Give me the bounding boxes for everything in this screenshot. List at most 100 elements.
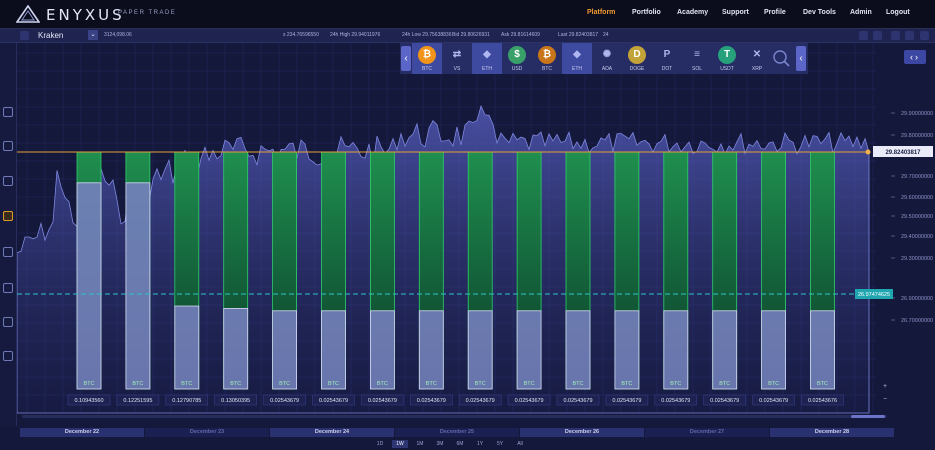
range-1y[interactable]: 1Y xyxy=(472,440,488,448)
coin-ada[interactable]: ✺ ADA xyxy=(592,43,622,74)
nav-admin[interactable]: Admin xyxy=(850,9,872,16)
bar-base-segment xyxy=(761,310,786,390)
coin-usd[interactable]: $ USD xyxy=(502,43,532,74)
bar-value: 0.02543679 xyxy=(515,398,544,404)
date-label: December 22 xyxy=(20,428,144,437)
coin-label: XRP xyxy=(751,66,763,72)
range-6m[interactable]: 6M xyxy=(452,440,468,448)
enyxus-logo-icon xyxy=(16,5,40,23)
coin-usdt[interactable]: T USDT xyxy=(712,43,742,74)
coin-eth[interactable]: ◆ ETH xyxy=(472,43,502,74)
bar-label: BTC xyxy=(426,381,437,387)
bar-base-segment xyxy=(565,310,591,390)
coin-label: ETH xyxy=(482,66,492,72)
bar-value: 0.13050395 xyxy=(221,398,250,404)
scrollbar-thumb[interactable] xyxy=(851,415,885,418)
range-3m[interactable]: 3M xyxy=(432,440,448,448)
range-1d[interactable]: 1D xyxy=(372,440,388,448)
btc-icon: ₿ xyxy=(418,46,436,64)
bar-label: BTC xyxy=(181,381,192,387)
panel-nav-arrows[interactable]: ‹› xyxy=(904,50,926,64)
bar-base-segment xyxy=(810,310,835,390)
bar-base-segment xyxy=(272,310,298,390)
horizontal-scrollbar[interactable] xyxy=(22,415,887,418)
coin-btc[interactable]: ₿ BTC xyxy=(412,43,442,74)
coin-sol[interactable]: ≡ SOL xyxy=(682,43,712,74)
vs-icon: ⇄ xyxy=(452,49,462,60)
range-5y[interactable]: 5Y xyxy=(492,440,508,448)
trend-line-icon[interactable] xyxy=(3,141,13,151)
coin-label: ADA xyxy=(601,66,613,72)
hexagon-icon[interactable] xyxy=(3,107,13,117)
date-label: December 24 xyxy=(270,428,394,437)
bar-value: 0.02543679 xyxy=(417,398,446,404)
zoom-out-icon[interactable]: − xyxy=(883,396,887,403)
zoom-in-icon[interactable]: + xyxy=(883,383,887,390)
bar-value: 0.02543679 xyxy=(319,398,348,404)
chevron-down-icon[interactable]: ⌄ xyxy=(88,30,98,40)
bar-value: 0.02543676 xyxy=(808,398,837,404)
bar-label: BTC xyxy=(279,381,290,387)
y-tick-label: 29.50000000 xyxy=(901,214,933,220)
nav-portfolio[interactable]: Portfolio xyxy=(632,9,661,16)
last-price-dot xyxy=(865,149,871,155)
coin-label: VS xyxy=(453,66,461,72)
ticker-bar: Kraken ⌄ 3124,098.06 s 234.76596550 24h H… xyxy=(0,29,935,43)
eth-icon: ◆ xyxy=(573,49,581,60)
last-price-tag-text: 29.82403817 xyxy=(885,150,921,156)
ticker-stat: s 234.76596550 xyxy=(283,32,319,38)
bar-value: 0.12251595 xyxy=(123,398,152,404)
bar-base-segment xyxy=(614,310,640,390)
price-chart[interactable]: BTC 0.10943560 BTC 0.12251595 BTC 0.12790785 B… xyxy=(17,43,935,426)
theme-icon[interactable] xyxy=(873,31,882,40)
settings-icon[interactable] xyxy=(859,31,868,40)
bar-value: 0.02543679 xyxy=(661,398,690,404)
nav-academy[interactable]: Academy xyxy=(677,9,708,16)
sliders-icon[interactable] xyxy=(3,317,13,327)
gear-icon[interactable] xyxy=(920,31,929,40)
eth-icon: ◆ xyxy=(483,49,491,60)
coin-eth[interactable]: ◆ ETH xyxy=(562,43,592,74)
bar-value: 0.12790785 xyxy=(172,398,201,404)
range-1w[interactable]: 1W xyxy=(392,440,408,448)
nav-dev-tools[interactable]: Dev Tools xyxy=(803,9,836,16)
range-all[interactable]: All xyxy=(512,440,528,448)
date-label: December 25 xyxy=(395,428,519,437)
nav-support[interactable]: Support xyxy=(722,9,749,16)
nav-logout[interactable]: Logout xyxy=(886,9,910,16)
coin-xrp[interactable]: ✕ XRP xyxy=(742,43,772,74)
search-zoom-icon[interactable] xyxy=(771,48,791,68)
list-icon[interactable] xyxy=(3,176,13,186)
coin-prev-button[interactable]: ‹ xyxy=(401,46,411,71)
bar-chart-icon[interactable] xyxy=(3,211,13,221)
bar-label: BTC xyxy=(328,381,339,387)
crosshair-icon[interactable] xyxy=(3,247,13,257)
usdt-icon: T xyxy=(718,46,736,64)
nav-platform[interactable]: Platform xyxy=(587,9,615,16)
ticker-stat: 24 xyxy=(603,32,609,38)
range-1m[interactable]: 1M xyxy=(412,440,428,448)
coin-dot[interactable]: P DOT xyxy=(652,43,682,74)
hidden-tool-icon[interactable] xyxy=(3,283,13,293)
bar-label: BTC xyxy=(132,381,143,387)
exchange-icon[interactable] xyxy=(20,31,29,40)
fullscreen-icon[interactable] xyxy=(905,31,914,40)
coin-doge[interactable]: D DOGE xyxy=(622,43,652,74)
bar-label: BTC xyxy=(475,381,486,387)
layout-icon[interactable] xyxy=(891,31,900,40)
coin-label: SOL xyxy=(691,66,702,72)
ticker-stat: 24h Low 29.75638836 xyxy=(402,32,452,38)
eye-icon[interactable] xyxy=(3,351,13,361)
coin-vs[interactable]: ⇄ VS xyxy=(442,43,472,74)
nav-profile[interactable]: Profile xyxy=(764,9,786,16)
coin-label: ETH xyxy=(572,66,582,72)
coin-next-button[interactable]: ‹ xyxy=(796,46,806,71)
top-navbar: ENYXUS PAPER TRADE Platform Portfolio Acad… xyxy=(0,0,935,29)
date-label: December 27 xyxy=(645,428,769,437)
bar-value: 0.02543679 xyxy=(270,398,299,404)
bar-base-segment xyxy=(76,182,102,390)
y-tick-label: 29.80000000 xyxy=(901,133,933,139)
coin-btc[interactable]: ₿ BTC xyxy=(532,43,562,74)
y-tick-label: 26.70000000 xyxy=(901,318,933,324)
exchange-select[interactable]: Kraken xyxy=(38,31,63,40)
